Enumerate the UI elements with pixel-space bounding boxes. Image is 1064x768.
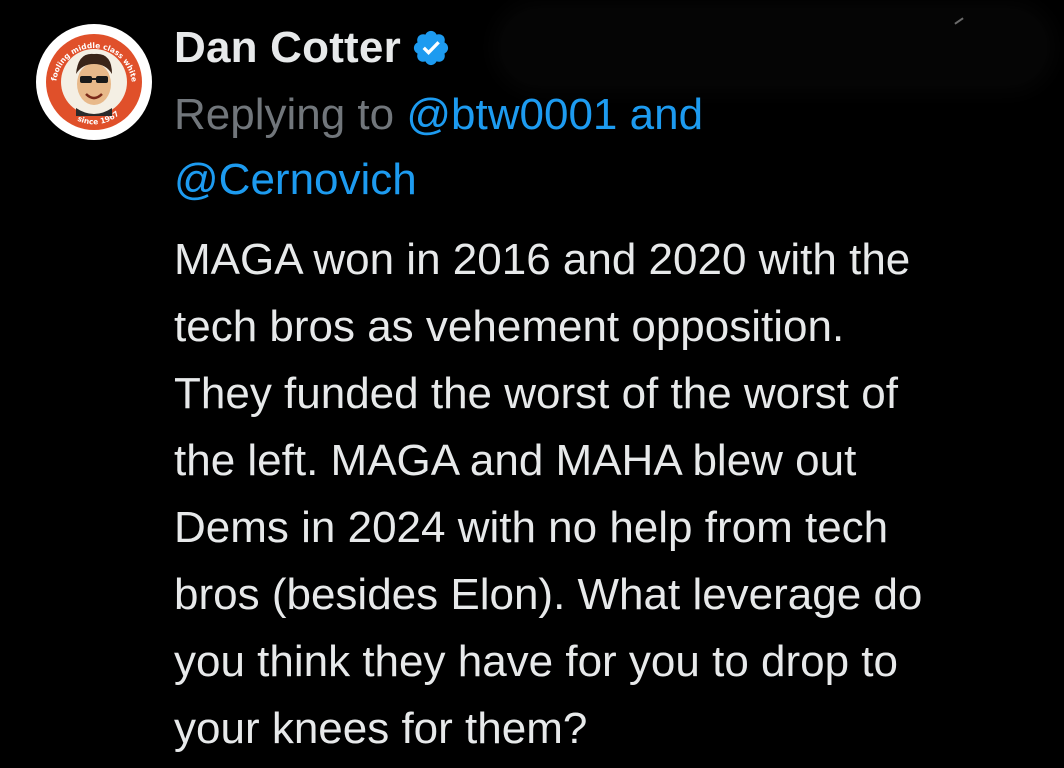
author-display-name[interactable]: Dan Cotter (174, 23, 401, 73)
author-avatar[interactable]: fooling middle class white kids since 19… (36, 24, 152, 140)
tweet-text-line: MAGA won in 2016 and 2020 with the (174, 235, 911, 284)
replying-to-line: Replying to @btw0001 and @Cernovich (174, 82, 1014, 212)
redacted-handle (500, 8, 1048, 86)
tweet-text-line: They funded the worst of the worst of (174, 369, 898, 418)
tweet-header: Dan Cotter (174, 20, 451, 76)
tweet-text-line: tech bros as vehement opposition. (174, 302, 845, 351)
tweet-text-line: you think they have for you to drop to (174, 637, 899, 686)
mention-link-cernovich[interactable]: @Cernovich (174, 155, 417, 204)
verified-badge-icon[interactable] (411, 28, 451, 68)
tweet-reply-view: fooling middle class white kids since 19… (0, 0, 1064, 768)
mention-link-btw0001[interactable]: @btw0001 (406, 90, 617, 139)
mention-conjunction: and (629, 90, 704, 139)
avatar-badge-icon: fooling middle class white kids since 19… (36, 24, 150, 138)
replying-to-label: Replying to (174, 90, 395, 139)
tweet-text-line: the left. MAGA and MAHA blew out (174, 436, 857, 485)
tweet-text-line: Dems in 2024 with no help from tech (174, 503, 889, 552)
tweet-text: MAGA won in 2016 and 2020 with the tech … (174, 226, 1044, 762)
tweet-text-line: bros (besides Elon). What leverage do (174, 570, 923, 619)
tweet-text-line: your knees for them? (174, 704, 588, 753)
